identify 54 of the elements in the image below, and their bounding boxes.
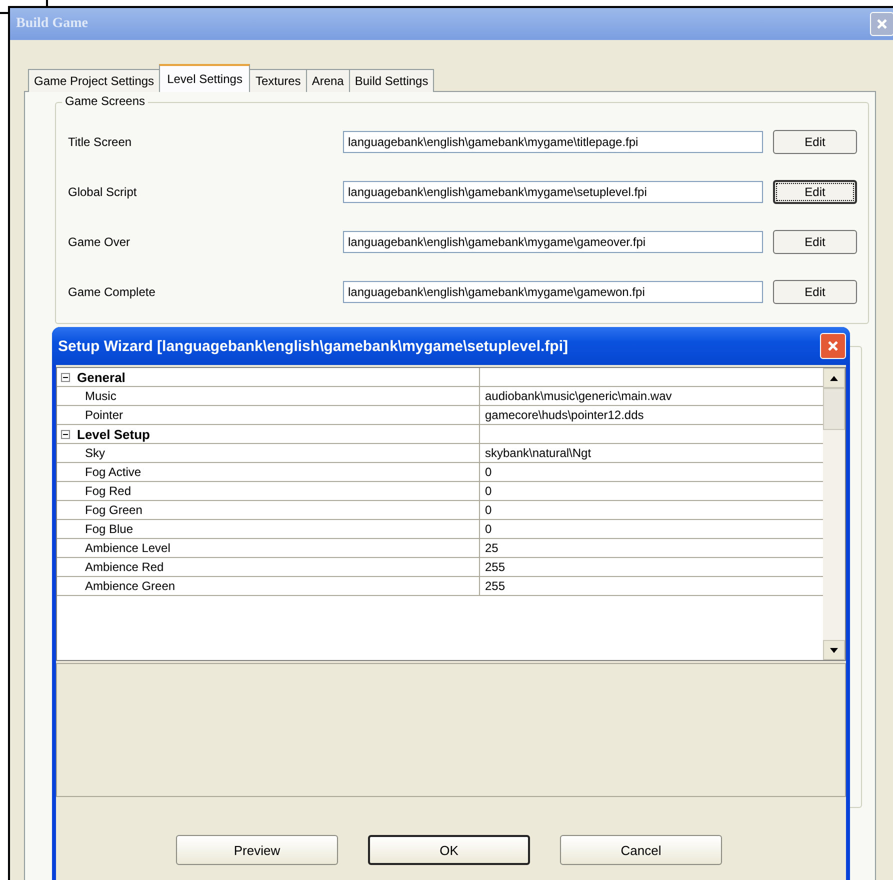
property-name: Ambience Level [85,541,170,555]
close-button[interactable] [820,333,846,359]
field-label: Title Screen [68,135,133,149]
edit-button[interactable]: Edit [773,230,857,254]
property-name: Ambience Green [85,579,176,593]
property-name: Fog Active [85,465,142,479]
scrollbar[interactable] [823,368,845,660]
property-value[interactable]: 0 [480,522,492,536]
property-name: Fog Blue [85,522,134,536]
property-name: Fog Green [85,503,142,517]
collapse-icon[interactable] [61,372,70,382]
edit-button[interactable]: Edit [773,130,857,154]
category-name: Level Setup [77,426,150,442]
field-label: Game Over [68,235,132,249]
scroll-down-icon[interactable] [823,640,845,660]
group-title: Game Screens [62,94,148,108]
property-value[interactable]: 0 [480,484,492,498]
window-title: Setup Wizard [languagebank\english\gamebank\mygame\setuplevel.fpi] [58,338,568,354]
scroll-up-icon[interactable] [823,368,845,388]
dialog-button[interactable]: OK [368,835,530,865]
field-label: Global Script [68,185,138,199]
property-name: Ambience Red [85,560,164,574]
property-value[interactable]: skybank\natural\Ngt [480,446,592,460]
property-value[interactable]: gamecore\huds\pointer12.dds [480,408,644,422]
property-value[interactable]: audiobank\music\generic\main.wav [480,389,672,403]
tab[interactable]: Build Settings [348,69,434,92]
property-name: Pointer [85,408,124,422]
property-name: Music [85,389,116,403]
tab[interactable]: Arena [306,69,350,92]
scroll-thumb[interactable] [823,388,845,430]
path-field[interactable]: languagebank\english\gamebank\mygame\titlepage.fpi [343,131,763,153]
property-name: Fog Red [85,484,132,498]
path-field[interactable]: languagebank\english\gamebank\mygame\setuplevel.fpi [343,181,763,203]
dialog-button[interactable]: Preview [176,835,338,865]
property-value[interactable]: 255 [480,560,506,574]
tab[interactable]: Game Project Settings [28,69,160,92]
path-field[interactable]: languagebank\english\gamebank\mygame\gameover.fpi [343,231,763,253]
property-name: Sky [85,446,106,460]
edit-button[interactable]: Edit [773,280,857,304]
category-name: General [77,370,126,384]
collapse-icon[interactable] [61,430,70,438]
window-title: Build Game [16,16,88,32]
property-value[interactable]: 25 [480,541,498,555]
tab[interactable]: Level Settings [159,64,250,92]
tab[interactable]: Textures [249,69,307,92]
dialog-button[interactable]: Cancel [560,835,722,865]
close-icon [876,18,888,30]
close-icon [827,340,839,352]
property-value[interactable]: 255 [480,579,506,593]
path-field[interactable]: languagebank\english\gamebank\mygame\gamewon.fpi [343,281,763,303]
field-label: Game Complete [68,285,156,299]
edit-button[interactable]: Edit [773,180,857,204]
property-value[interactable]: 0 [480,503,492,517]
property-value[interactable]: 0 [480,465,492,479]
